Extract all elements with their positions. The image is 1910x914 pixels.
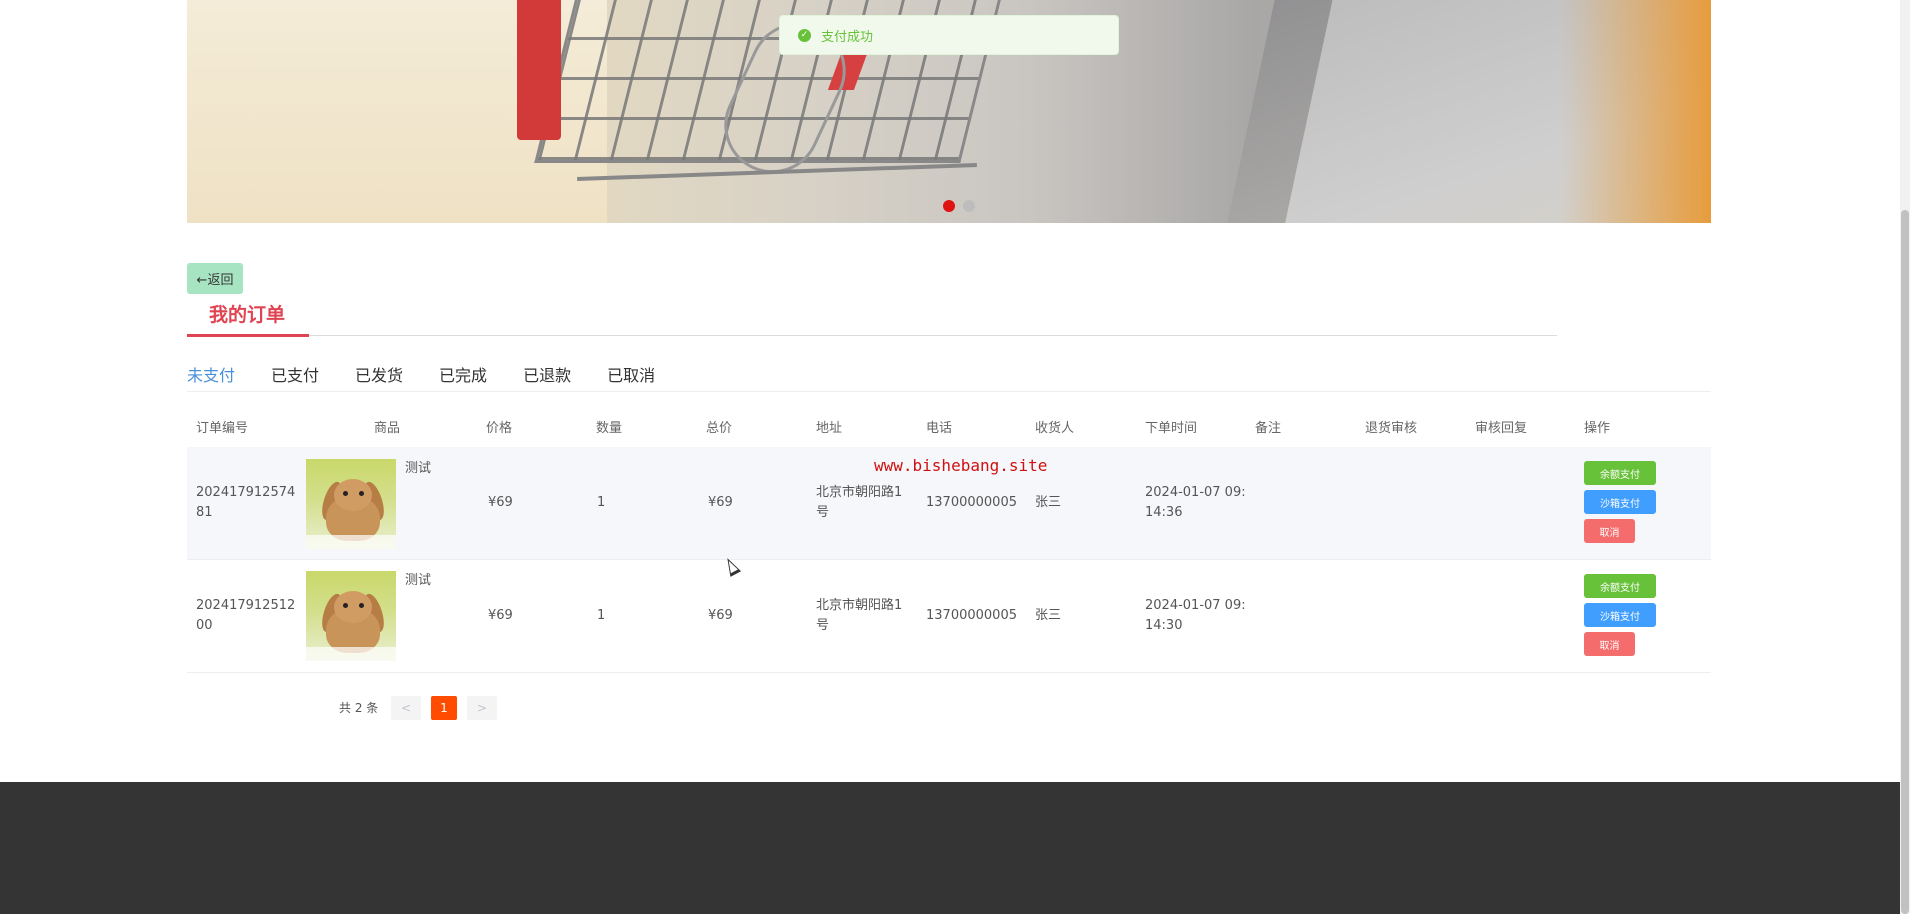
- total-cell: ¥69: [708, 608, 733, 623]
- tab-completed[interactable]: 已完成: [439, 362, 487, 386]
- carousel-dot-1[interactable]: [943, 200, 955, 212]
- address-cell: 北京市朝阳路1 号: [816, 598, 903, 633]
- product-image[interactable]: [306, 571, 396, 661]
- success-toast: ✓ 支付成功: [779, 15, 1119, 55]
- tab-paid[interactable]: 已支付: [271, 362, 319, 386]
- tab-unpaid[interactable]: 未支付: [187, 362, 235, 386]
- cancel-order-button[interactable]: 取消: [1584, 632, 1635, 656]
- watermark-text: www.bishebang.site: [874, 456, 1048, 475]
- header-return-review: 退货审核: [1365, 421, 1418, 436]
- order-no-cell: 202417912512 00: [196, 598, 296, 633]
- header-review-reply: 审核回复: [1475, 421, 1528, 436]
- pagination-prev-button[interactable]: <: [391, 696, 421, 720]
- address-cell: 北京市朝阳路1 号: [816, 485, 903, 520]
- page-footer: [0, 782, 1900, 914]
- carousel-indicators: [943, 200, 975, 212]
- tab-cancelled[interactable]: 已取消: [607, 362, 655, 386]
- quantity-cell: 1: [597, 495, 606, 510]
- order-status-tabs: 未支付 已支付 已发货 已完成 已退款 已取消: [187, 362, 691, 386]
- pagination-total: 共 2 条: [339, 701, 379, 715]
- table-row: 202417912512 00 测试 ¥69 1 ¥69 北京市朝阳路1 号 1…: [187, 560, 1711, 673]
- pagination-next-button[interactable]: >: [467, 696, 497, 720]
- scrollbar-thumb[interactable]: [1901, 210, 1909, 914]
- header-order-no: 订单编号: [196, 421, 249, 436]
- product-name[interactable]: 测试: [405, 459, 431, 479]
- balance-pay-button[interactable]: 余额支付: [1584, 461, 1656, 485]
- header-price: 价格: [486, 421, 513, 436]
- header-quantity: 数量: [596, 421, 623, 436]
- carousel-dot-2[interactable]: [963, 200, 975, 212]
- total-cell: ¥69: [708, 495, 733, 510]
- sandbox-pay-button[interactable]: 沙箱支付: [1584, 603, 1656, 627]
- header-receiver: 收货人: [1035, 421, 1075, 436]
- price-cell: ¥69: [488, 495, 513, 510]
- order-no-cell: 202417912574 81: [196, 485, 296, 520]
- check-circle-icon: ✓: [798, 28, 811, 42]
- product-name[interactable]: 测试: [405, 571, 431, 591]
- order-time-cell: 2024-01-07 09: 14:30: [1145, 598, 1246, 633]
- sandbox-pay-button[interactable]: 沙箱支付: [1584, 490, 1656, 514]
- phone-cell: 13700000005: [926, 608, 1017, 623]
- header-actions: 操作: [1584, 421, 1611, 436]
- header-product: 商品: [374, 421, 401, 436]
- receiver-cell: 张三: [1035, 495, 1062, 510]
- header-total: 总价: [706, 421, 733, 436]
- pagination-page-1[interactable]: 1: [431, 696, 457, 720]
- product-image[interactable]: [306, 459, 396, 549]
- balance-pay-button[interactable]: 余额支付: [1584, 574, 1656, 598]
- header-address: 地址: [816, 421, 843, 436]
- title-divider: [187, 335, 1557, 336]
- quantity-cell: 1: [597, 608, 606, 623]
- title-underline: [187, 334, 309, 337]
- back-button[interactable]: ←返回: [187, 263, 243, 294]
- header-remark: 备注: [1255, 421, 1282, 436]
- table-header: 订单编号 商品 价格 数量 总价 地址 电话 收货人 下单时间 备注 退货审核 …: [187, 405, 1711, 445]
- tabs-divider: [187, 391, 1711, 392]
- price-cell: ¥69: [488, 608, 513, 623]
- page-title: 我的订单: [209, 304, 286, 326]
- header-order-time: 下单时间: [1145, 421, 1198, 436]
- tab-refunded[interactable]: 已退款: [523, 362, 571, 386]
- toast-message: 支付成功: [821, 29, 874, 45]
- order-time-cell: 2024-01-07 09: 14:36: [1145, 485, 1246, 520]
- cancel-order-button[interactable]: 取消: [1584, 519, 1635, 543]
- tab-shipped[interactable]: 已发货: [355, 362, 403, 386]
- phone-cell: 13700000005: [926, 495, 1017, 510]
- header-phone: 电话: [926, 421, 953, 436]
- receiver-cell: 张三: [1035, 608, 1062, 623]
